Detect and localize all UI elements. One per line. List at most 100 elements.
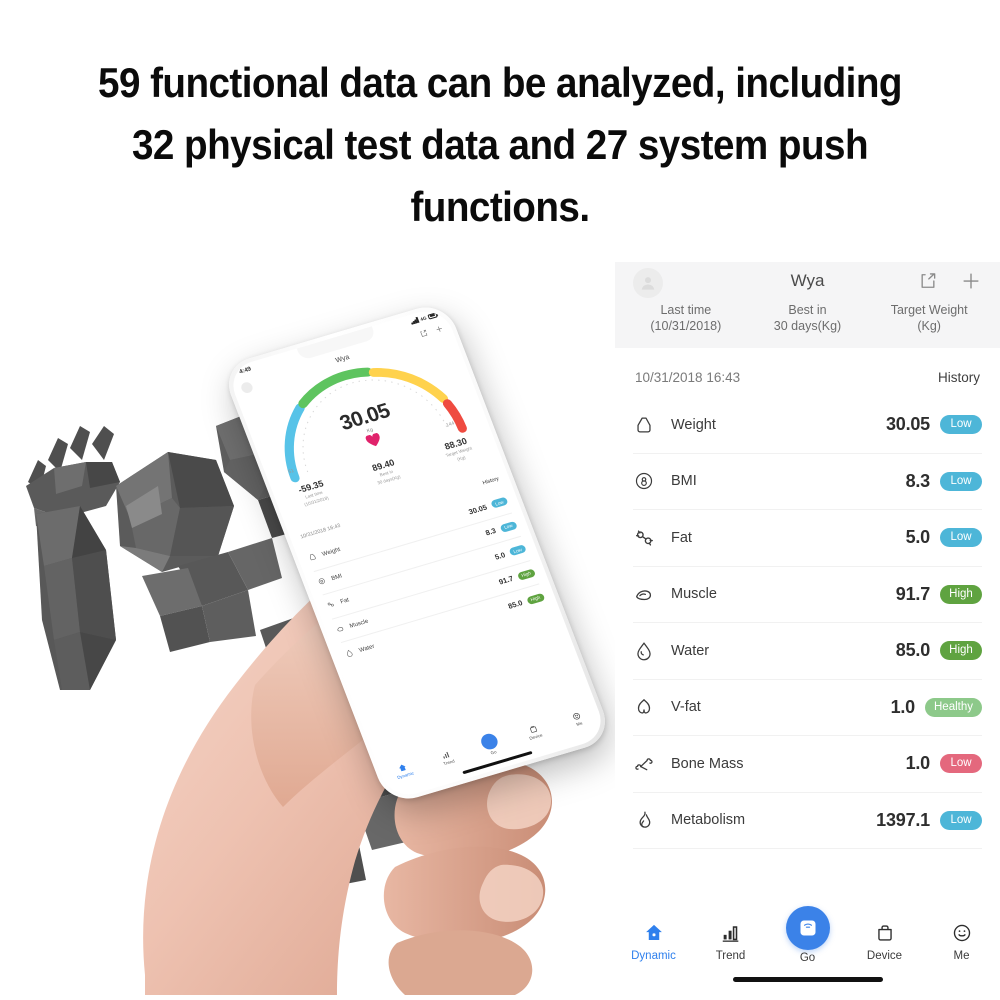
headline-line-1: 59 functional data can be analyzed, incl…: [98, 59, 903, 106]
metric-value: 1.0: [905, 753, 931, 774]
home-icon: [615, 918, 692, 948]
metric-value: 8.3: [905, 470, 931, 491]
table-row[interactable]: Water 85.0 High: [633, 623, 982, 680]
summary-label-2: (Kg): [917, 319, 941, 333]
page-title: 59 functional data can be analyzed, incl…: [77, 52, 923, 238]
phone-nav-go[interactable]: Go: [465, 728, 516, 761]
scale-icon: [785, 906, 830, 950]
metric-name: Metabolism: [671, 812, 746, 829]
metric-value: 5.0: [905, 527, 931, 548]
metric-name: Bone Mass: [671, 755, 744, 772]
metric-name: BMI: [671, 473, 697, 490]
summary-label-2: (10/31/2018): [650, 319, 722, 333]
wave-divider: [615, 348, 1000, 359]
status-badge: Low: [940, 810, 982, 830]
app-header: Wya Last time (10/31/2018) Best in 30 da…: [615, 262, 1000, 359]
status-badge: Low: [940, 415, 982, 435]
status-badge: Low: [940, 754, 982, 774]
phone-nav-me[interactable]: Me: [553, 705, 602, 732]
metric-name: Weight: [671, 416, 716, 433]
bmi-circle-icon: [633, 470, 671, 492]
phone-metric-badge: Low: [490, 497, 509, 509]
nav-item-me[interactable]: Me: [923, 918, 1000, 962]
phone-metric-badge: Low: [508, 544, 527, 557]
phone-nav-dynamic[interactable]: Dynamic: [379, 757, 428, 784]
metric-value: 1397.1: [876, 809, 930, 830]
metric-name: V-fat: [671, 699, 701, 716]
phone-metric-value: 8.3: [484, 526, 498, 538]
device-bag-icon: [846, 918, 923, 948]
visceral-fat-icon: [633, 696, 671, 718]
summary-col-target-weight: Target Weight (Kg): [868, 302, 990, 334]
bar-chart-icon: [692, 918, 769, 948]
nav-label: Device: [866, 950, 903, 962]
nav-item-dynamic[interactable]: Dynamic: [615, 918, 692, 962]
phone-nav-device[interactable]: Device: [510, 718, 559, 745]
table-row[interactable]: BMI 8.3 Low: [633, 454, 982, 510]
table-row[interactable]: Bone Mass 1.0 Low: [633, 736, 982, 793]
summary-label-1: Last time: [660, 303, 712, 317]
nav-item-trend[interactable]: Trend: [692, 918, 769, 962]
bone-icon: [633, 753, 671, 775]
status-badge: Low: [940, 471, 982, 491]
nav-label: Me: [953, 950, 970, 962]
phone-metric-badge: High: [516, 568, 536, 581]
status-badge: High: [940, 584, 982, 604]
metric-name: Water: [671, 642, 710, 659]
nav-item-device[interactable]: Device: [846, 918, 923, 962]
product-photo: 4:49 4G Wya 51 144 30.05 Kg -59.35 Last …: [0, 260, 640, 1000]
metric-list: Weight 30.05 Low BMI 8.3 Low Fat 5.0 Low…: [615, 397, 1000, 849]
metric-value: 85.0: [895, 640, 930, 661]
summary-label-1: Target Weight: [890, 303, 968, 317]
phone-metric-value: 91.7: [497, 574, 515, 587]
headline-line-2: 32 physical test data and 27 system push: [131, 121, 869, 168]
fat-cells-icon: [633, 527, 671, 549]
nav-label: Dynamic: [631, 950, 676, 962]
bottom-nav: Dynamic Trend Go Device Me: [615, 906, 1000, 1000]
phone-metric-value: 5.0: [493, 550, 507, 562]
metric-value: 91.7: [895, 583, 930, 604]
metric-value: 30.05: [885, 414, 930, 435]
plus-icon[interactable]: [960, 270, 982, 292]
summary-label-1: Best in: [788, 303, 827, 317]
battery-icon: [427, 311, 438, 320]
share-icon[interactable]: [918, 271, 938, 291]
app-panel: Wya Last time (10/31/2018) Best in 30 da…: [615, 262, 1000, 1000]
weight-tag-icon: [633, 414, 671, 436]
status-badge: Healthy: [925, 697, 982, 717]
smiley-face-icon: [923, 918, 1000, 948]
phone-metric-badge: High: [525, 592, 546, 605]
phone-metric-value: 30.05: [467, 502, 489, 517]
nav-label: Trend: [715, 950, 746, 962]
metric-name: Muscle: [671, 586, 717, 603]
page-root: 59 functional data can be analyzed, incl…: [0, 0, 1000, 1000]
metric-name: Fat: [671, 529, 692, 546]
table-row[interactable]: Weight 30.05 Low: [633, 397, 982, 454]
summary-label-2: 30 days(Kg): [773, 319, 842, 333]
metric-value: 1.0: [890, 696, 916, 717]
phone-metric-value: 85.0: [506, 598, 524, 611]
status-badge: High: [940, 641, 982, 661]
summary-columns: Last time (10/31/2018) Best in 30 days(K…: [615, 302, 1000, 334]
phone-nav-trend[interactable]: Trend: [423, 744, 472, 771]
headline-line-3: functions.: [410, 183, 590, 230]
water-drop-icon: [633, 640, 671, 662]
summary-col-last-time: Last time (10/31/2018): [625, 302, 747, 334]
status-badge: Low: [940, 528, 982, 548]
nav-label: Go: [799, 952, 816, 964]
phone-status-time: 4:49: [238, 366, 253, 376]
table-row[interactable]: Muscle 91.7 High: [633, 567, 982, 623]
phone-metric-badge: Low: [499, 520, 518, 533]
table-row[interactable]: V-fat 1.0 Healthy: [633, 680, 982, 736]
history-link[interactable]: History: [938, 370, 980, 385]
nav-item-go[interactable]: Go: [769, 906, 846, 964]
muscle-bicep-icon: [633, 583, 671, 605]
summary-col-best-in: Best in 30 days(Kg): [747, 302, 869, 334]
table-row[interactable]: Fat 5.0 Low: [633, 510, 982, 567]
table-row[interactable]: Metabolism 1397.1 Low: [633, 793, 982, 849]
svg-text:144: 144: [445, 421, 455, 429]
signal-bars-icon: [410, 316, 420, 325]
flame-metabolism-icon: [633, 809, 671, 831]
phone-network-label: 4G: [419, 315, 428, 322]
home-indicator: [732, 977, 883, 982]
